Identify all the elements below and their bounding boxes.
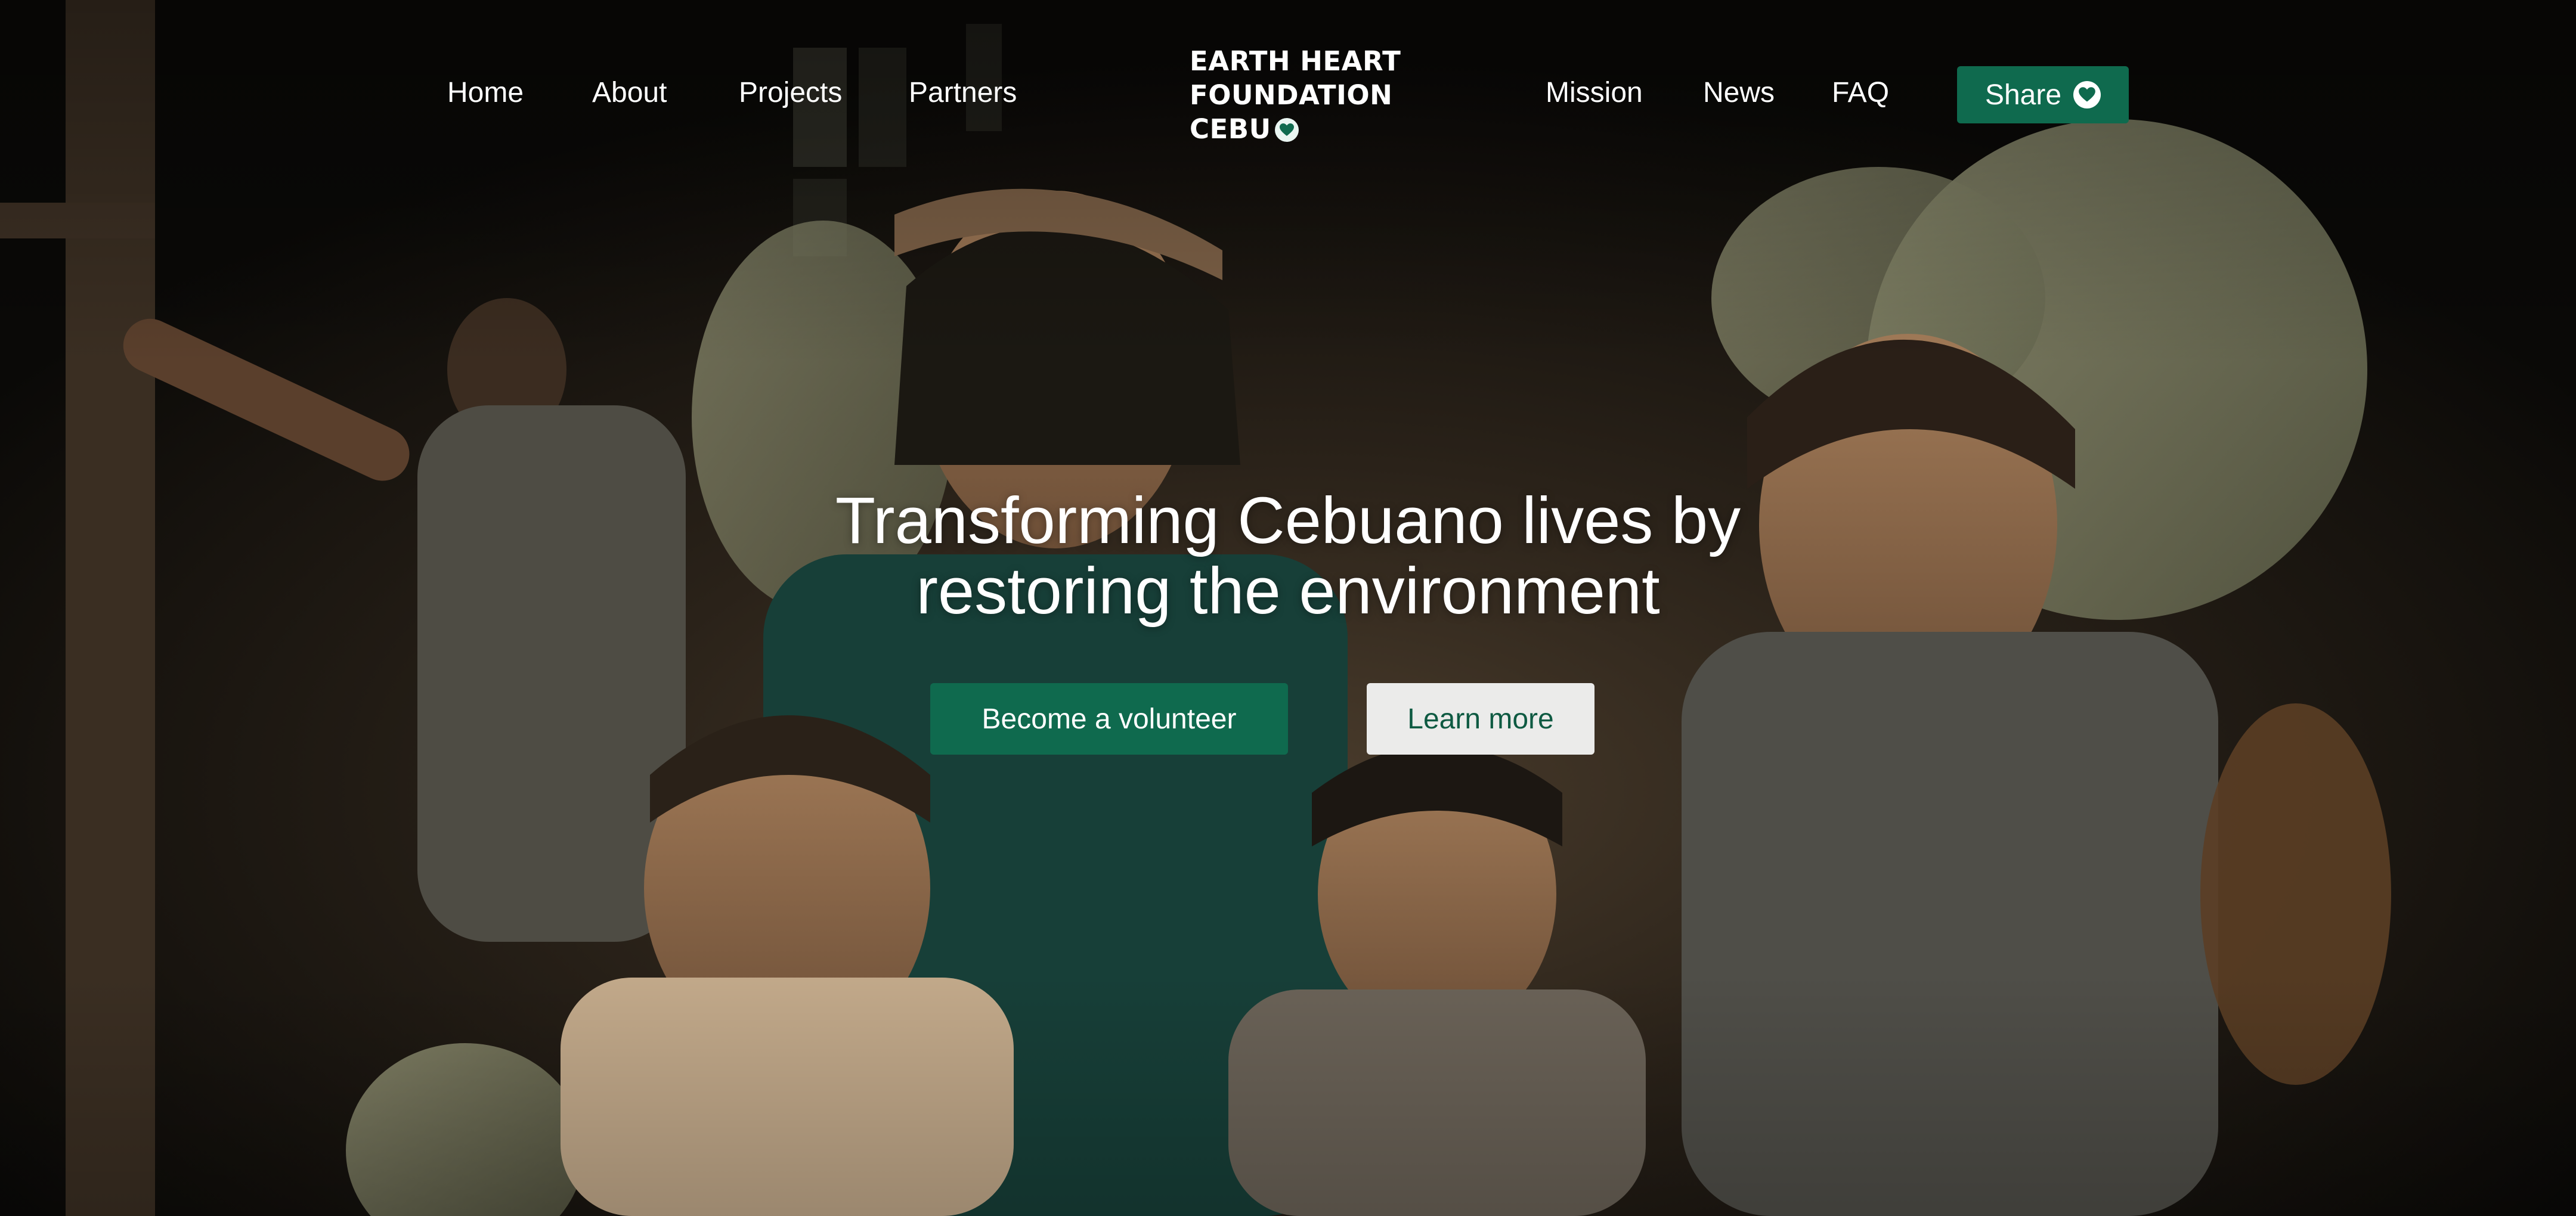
- brand-logo[interactable]: EARTH HEART FOUNDATION CEBU: [1190, 44, 1428, 146]
- nav-link-projects[interactable]: Projects: [739, 76, 842, 110]
- share-button[interactable]: Share: [1957, 66, 2129, 123]
- nav-link-about[interactable]: About: [592, 76, 667, 110]
- nav-link-faq[interactable]: FAQ: [1832, 76, 1889, 110]
- hero-headline: Transforming Cebuano lives by restoring …: [692, 486, 1884, 626]
- nav-link-home[interactable]: Home: [447, 76, 524, 110]
- brand-line-3: CEBU: [1190, 112, 1428, 146]
- nav-link-news[interactable]: News: [1703, 76, 1775, 110]
- nav-link-partners[interactable]: Partners: [909, 76, 1017, 110]
- nav-link-mission[interactable]: Mission: [1546, 76, 1643, 110]
- main-navigation: Home About Projects Partners EARTH HEART…: [0, 0, 2576, 191]
- brand-line-3-text: CEBU: [1190, 113, 1271, 145]
- heart-icon: [2073, 81, 2101, 108]
- learn-more-button[interactable]: Learn more: [1367, 683, 1594, 755]
- hero-headline-line-2: restoring the environment: [916, 554, 1660, 628]
- become-volunteer-button[interactable]: Become a volunteer: [930, 683, 1288, 755]
- brand-line-2: FOUNDATION: [1190, 79, 1393, 111]
- heart-icon: [1274, 118, 1299, 142]
- hero-headline-line-1: Transforming Cebuano lives by: [835, 484, 1741, 557]
- share-button-label: Share: [1984, 79, 2062, 111]
- brand-line-1: EARTH HEART: [1190, 45, 1401, 77]
